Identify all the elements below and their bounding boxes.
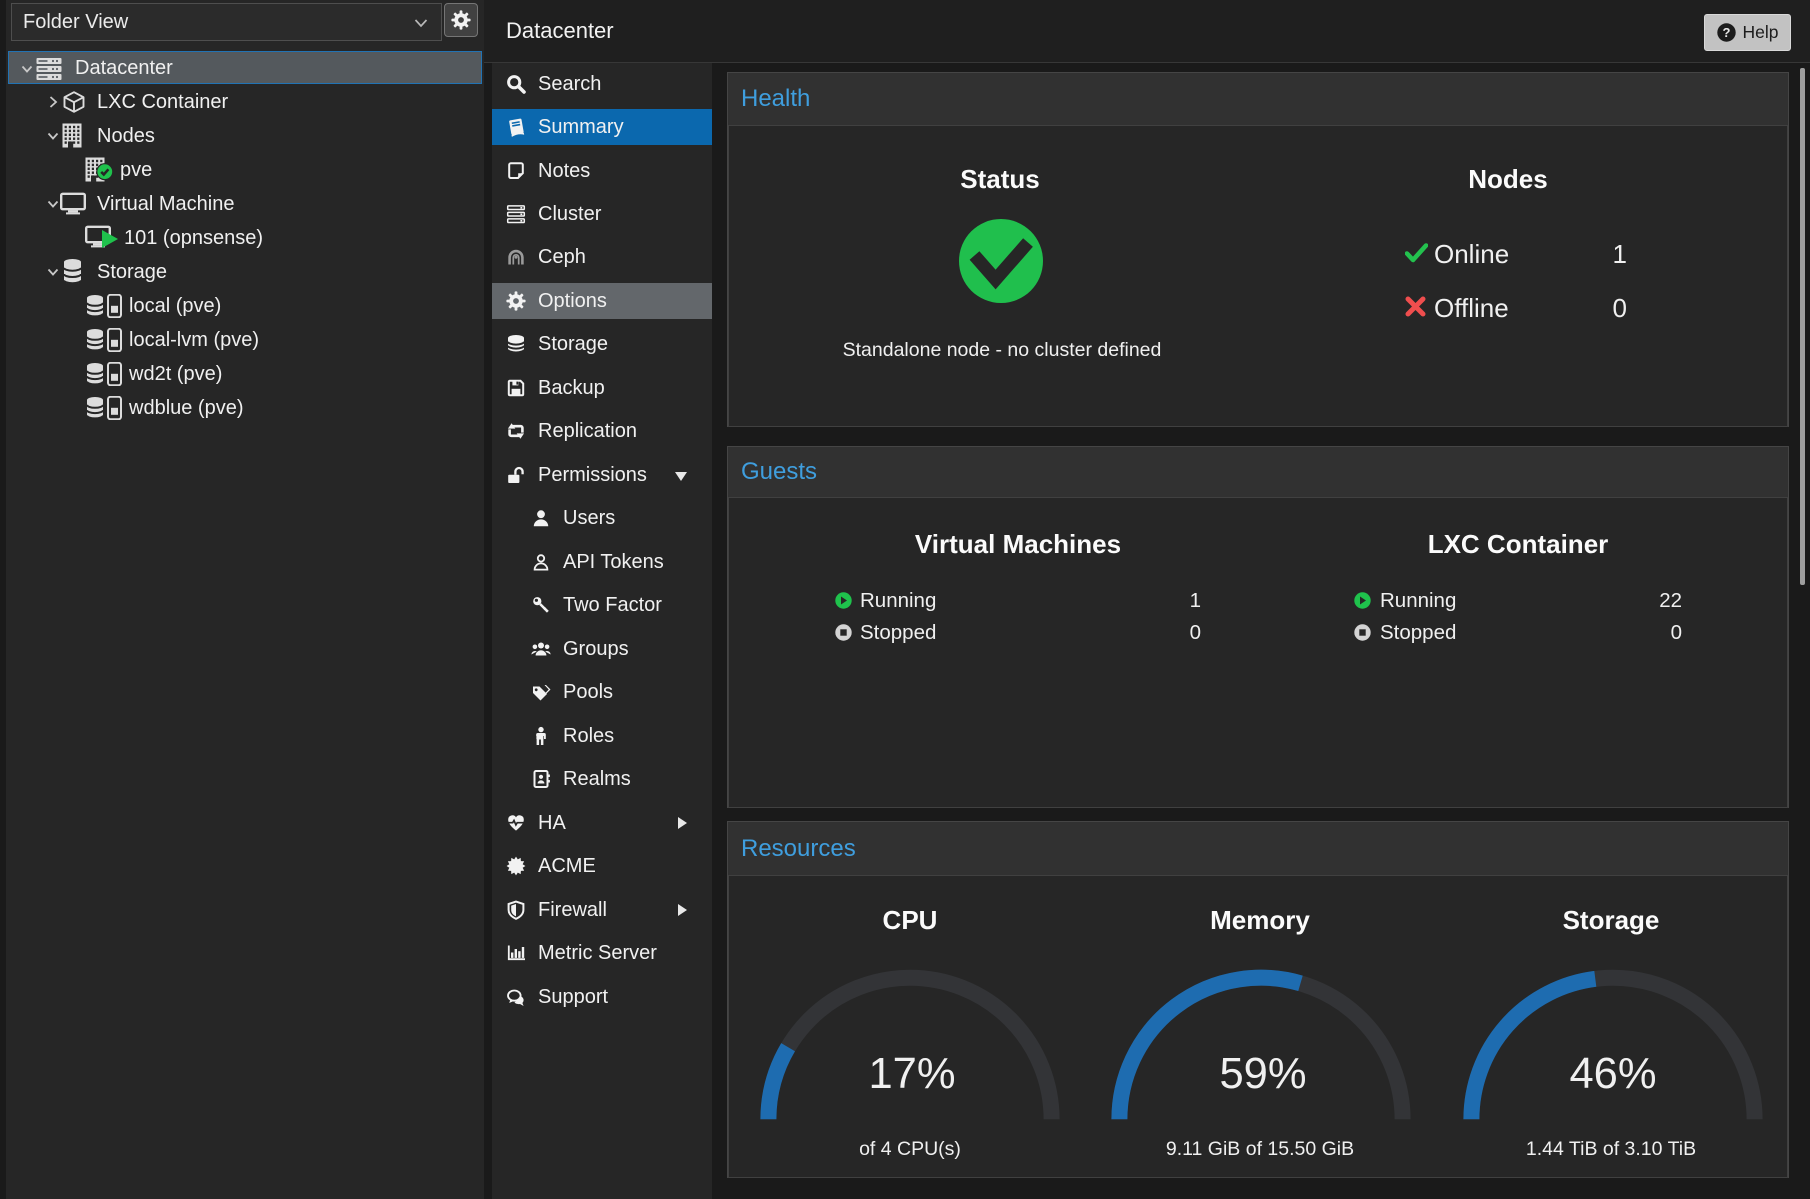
svg-text:?: ? (1723, 25, 1731, 40)
